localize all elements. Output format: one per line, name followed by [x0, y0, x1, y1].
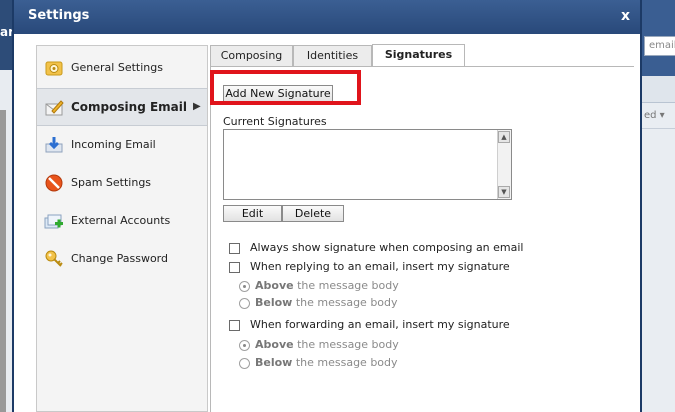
dialog-title: Settings	[28, 8, 90, 23]
sidebar-item-spam-settings[interactable]: Spam Settings	[37, 164, 207, 202]
always-show-signature-label: Always show signature when composing an …	[250, 241, 524, 254]
no-entry-icon	[45, 174, 63, 192]
forward-above-label: Above the message body	[255, 338, 399, 351]
background-search-input: email f	[644, 36, 675, 56]
replying-insert-signature-label: When replying to an email, insert my sig…	[250, 260, 510, 273]
tab-signatures[interactable]: Signatures	[372, 44, 465, 66]
reply-below-label: Below the message body	[255, 296, 398, 309]
sidebar-item-general-settings[interactable]: General Settings	[37, 49, 207, 87]
forward-below-label: Below the message body	[255, 356, 398, 369]
current-signatures-list[interactable]: ▲ ▼	[223, 129, 512, 200]
delete-button[interactable]: Delete	[282, 205, 344, 222]
forwarding-insert-signature-label: When forwarding an email, insert my sign…	[250, 318, 510, 331]
key-icon	[45, 250, 63, 267]
sidebar-item-external-accounts[interactable]: External Accounts	[37, 202, 207, 240]
close-button[interactable]: x	[621, 8, 630, 24]
sidebar-item-composing-email[interactable]: Composing Email ▶	[37, 88, 207, 126]
reply-above-label: Above the message body	[255, 279, 399, 292]
scroll-up-icon[interactable]: ▲	[498, 131, 510, 143]
chevron-right-icon: ▶	[193, 101, 201, 112]
add-accounts-icon	[44, 214, 63, 229]
background-divider	[642, 128, 675, 129]
sidebar-item-label: Change Password	[71, 252, 168, 265]
reply-above-radio[interactable]	[239, 281, 250, 292]
reply-below-radio[interactable]	[239, 298, 250, 309]
tab-identities[interactable]: Identities	[293, 45, 372, 66]
background-app-left: ar	[0, 0, 14, 412]
replying-insert-signature-checkbox[interactable]	[229, 262, 240, 273]
sidebar-item-label: External Accounts	[71, 214, 171, 227]
current-signatures-label: Current Signatures	[223, 115, 327, 128]
sidebar-item-label: Spam Settings	[71, 176, 152, 189]
edit-button[interactable]: Edit	[223, 205, 282, 222]
tab-composing[interactable]: Composing	[210, 45, 293, 66]
background-sort-label: ed ▾	[644, 110, 665, 121]
compose-envelope-icon	[45, 100, 64, 116]
sidebar-item-label: Composing Email	[71, 100, 187, 114]
annotation-highlight-box	[210, 70, 361, 105]
scroll-down-icon[interactable]: ▼	[498, 186, 510, 198]
sidebar-item-label: Incoming Email	[71, 138, 156, 151]
settings-sidebar: General Settings Composing Email ▶ Incom…	[36, 45, 208, 412]
dialog-titlebar[interactable]: Settings x	[14, 0, 640, 34]
gear-folder-icon	[45, 61, 63, 76]
forwarding-insert-signature-checkbox[interactable]	[229, 320, 240, 331]
signatures-scrollbar[interactable]: ▲ ▼	[497, 130, 511, 199]
forward-above-radio[interactable]	[239, 340, 250, 351]
background-app-right: email f ed ▾	[642, 0, 675, 412]
download-arrow-icon	[45, 137, 63, 153]
always-show-signature-checkbox[interactable]	[229, 243, 240, 254]
forward-below-radio[interactable]	[239, 358, 250, 369]
sidebar-item-change-password[interactable]: Change Password	[37, 240, 207, 278]
sidebar-item-incoming-email[interactable]: Incoming Email	[37, 126, 207, 164]
background-toolbar	[642, 76, 675, 103]
background-scroll-edge	[0, 110, 6, 412]
settings-dialog: Settings x General Settings Composing Em…	[12, 0, 642, 412]
sidebar-item-label: General Settings	[71, 61, 163, 74]
